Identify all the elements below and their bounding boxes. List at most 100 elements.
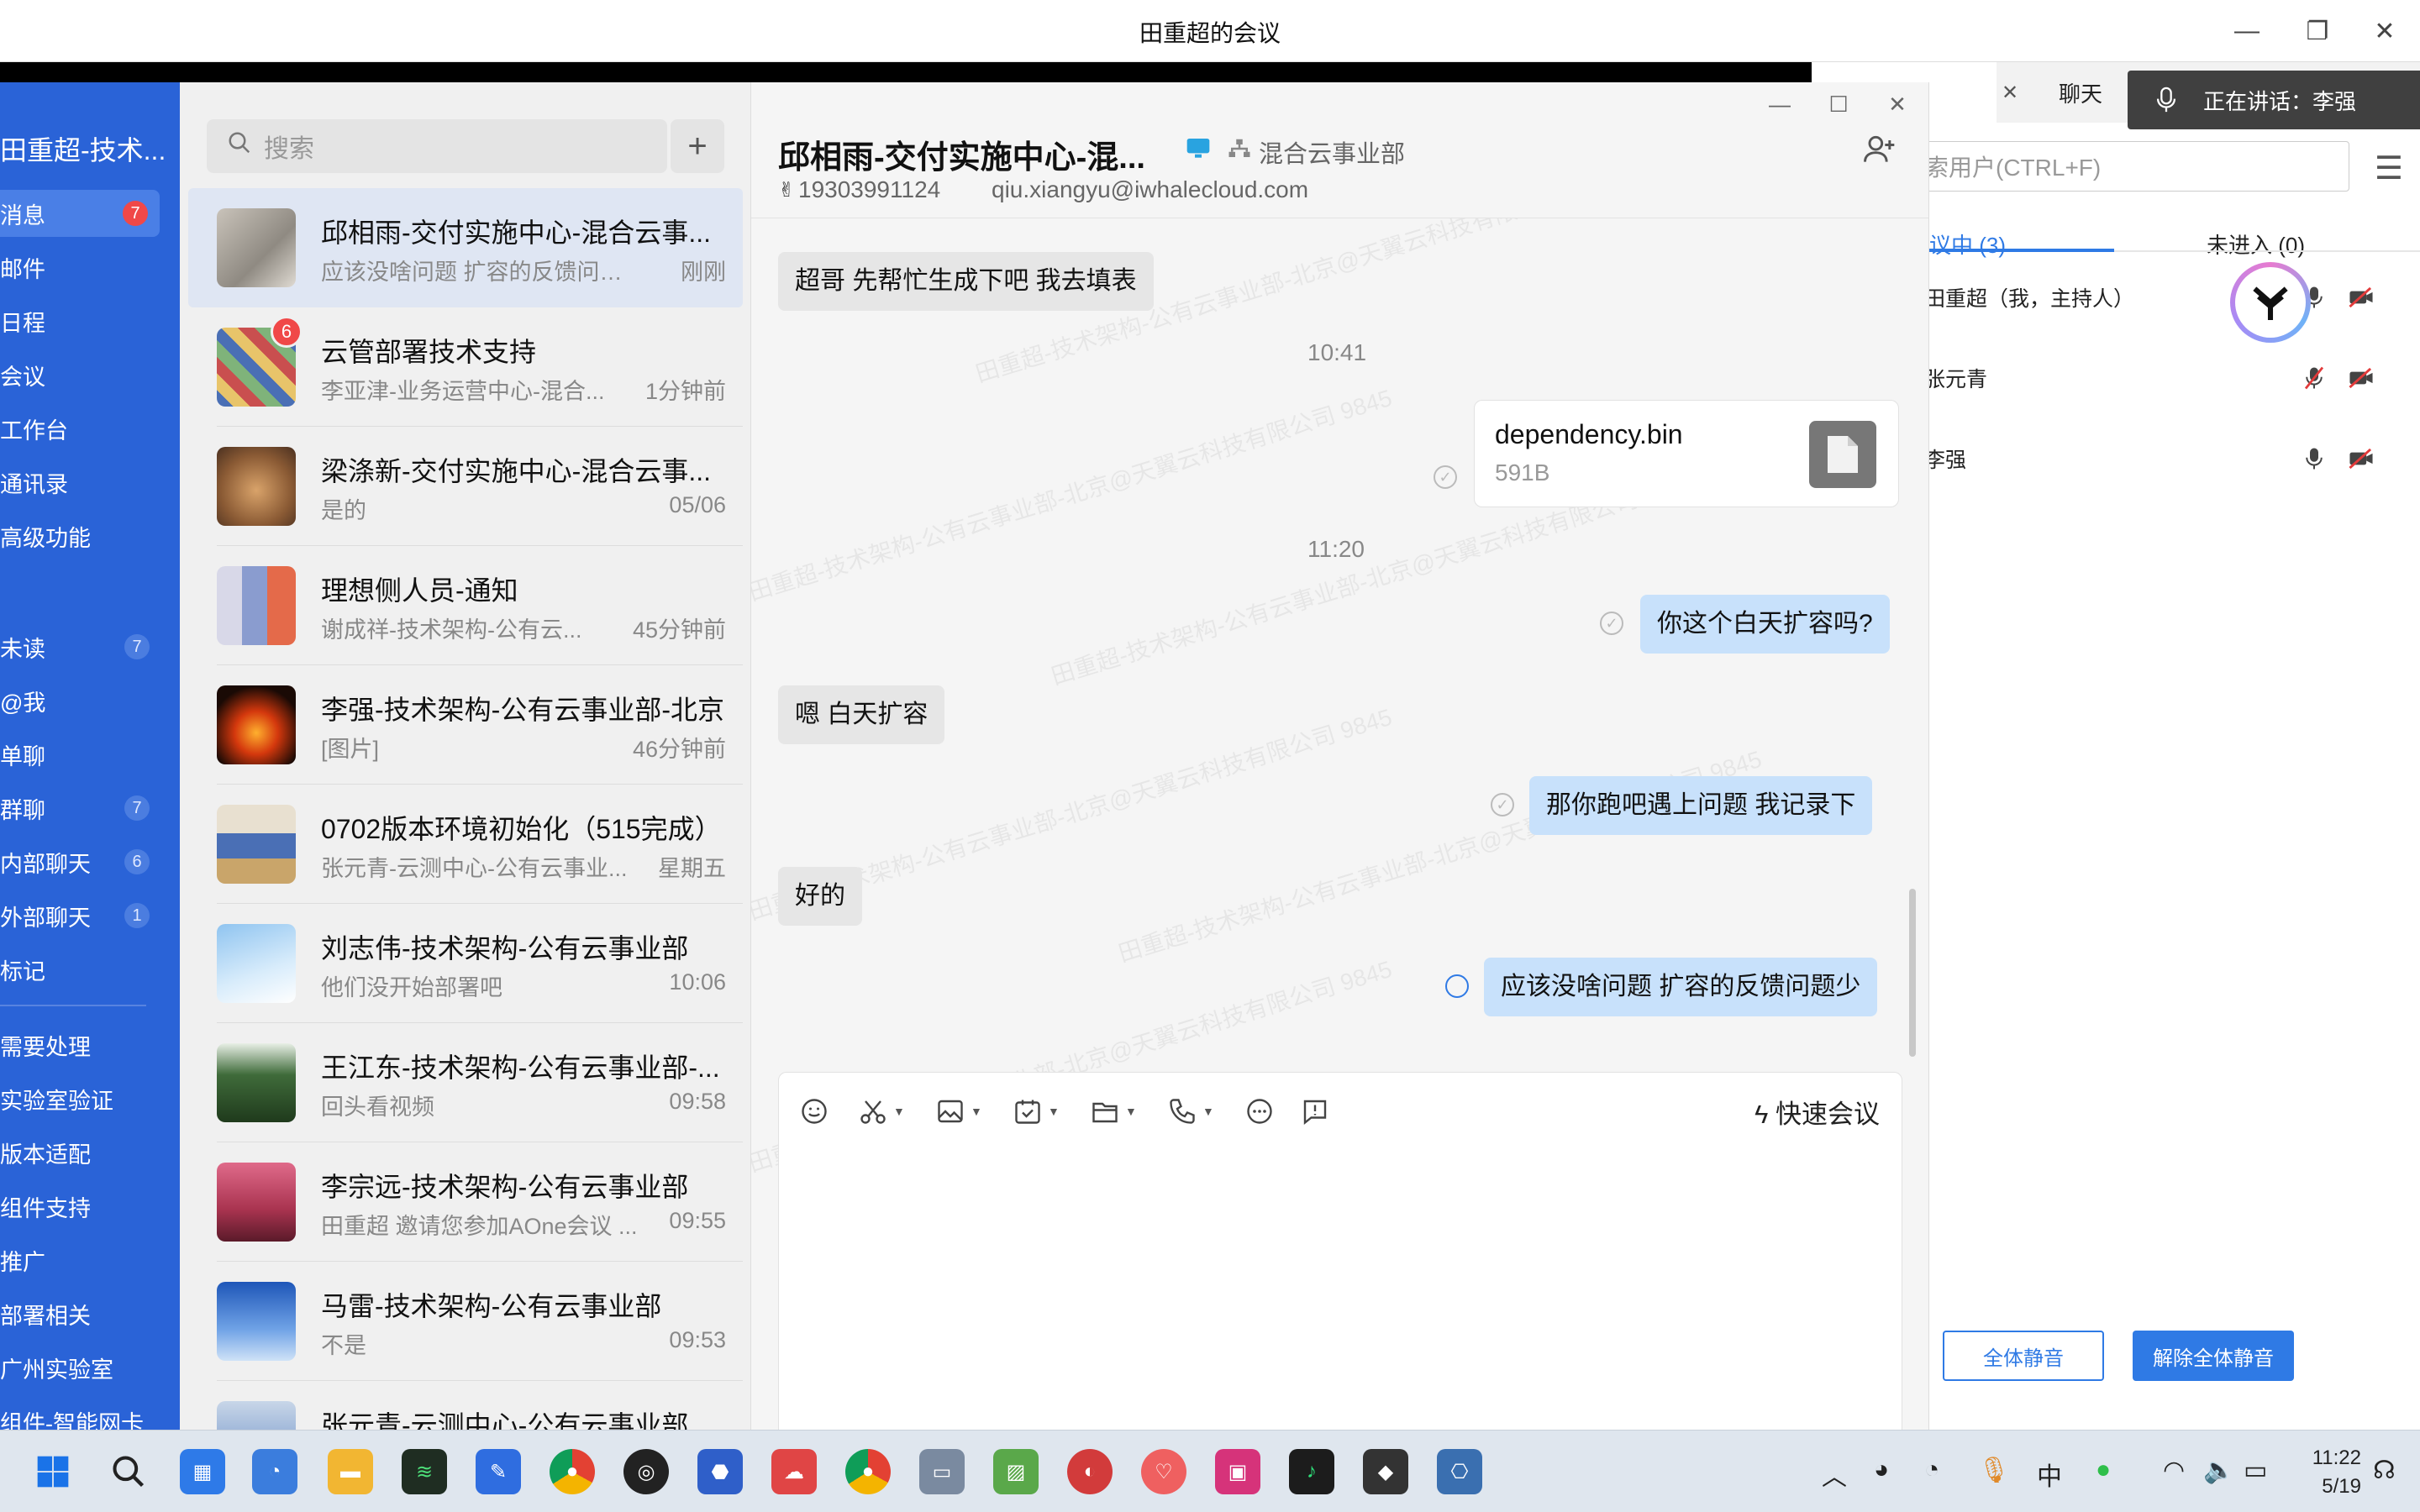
conversation-item[interactable]: 张元青-云测中心-公有云事业部 — [188, 1381, 743, 1430]
message-composer[interactable]: ▼ ▼ ▼ ▼ ▼ ϟ 快速会议 — [778, 1072, 1902, 1430]
chat-tray-icon[interactable]: ◔ — [1924, 1456, 1939, 1484]
task-icon[interactable]: ▼ — [1013, 1095, 1060, 1128]
start-icon[interactable] — [30, 1449, 76, 1494]
chat-contact-name[interactable]: 邱相雨-交付实施中心-混... — [778, 131, 1145, 177]
conversation-item[interactable]: 王江东-技术架构-公有云事业部-... 回头看视频 09:58 — [188, 1023, 743, 1142]
filter-mentions[interactable]: @我 — [0, 677, 180, 724]
filter-group-chat[interactable]: 群聊 7 — [0, 785, 180, 832]
camera-off-icon[interactable] — [2346, 444, 2376, 474]
microphone-tray-icon[interactable]: 🎙 — [1978, 1456, 2010, 1485]
message-bubble[interactable]: 应该没啥问题 扩容的反馈问题少 — [1484, 958, 1878, 1016]
conversation-item[interactable]: 0702版本环境初始化（515完成） 张元青-云测中心-公有云事业... 星期五 — [188, 785, 743, 904]
nav-item-advanced[interactable]: 高级功能 — [0, 512, 180, 559]
balloon-app-icon[interactable]: ♡ — [1141, 1449, 1186, 1494]
wechat-tray-icon[interactable]: ● — [2096, 1456, 2111, 1484]
message-bubble[interactable]: 你这个白天扩容吗? — [1640, 595, 1890, 654]
chevron-up-icon[interactable]: ︿ — [1822, 1456, 1847, 1493]
file-explorer-icon[interactable]: ▬ — [328, 1449, 373, 1494]
nav-item-messages[interactable]: 消息 7 — [0, 190, 160, 237]
participant-row[interactable]: 李强 — [1929, 418, 2420, 499]
notification-icon[interactable]: ☊ — [2373, 1456, 2396, 1485]
conversation-item[interactable]: 理想侧人员-通知 谢成祥-技术架构-公有云... 45分钟前 — [188, 546, 743, 665]
obs-icon[interactable]: ◎ — [623, 1449, 669, 1494]
participant-row[interactable]: 张元青 — [1929, 338, 2420, 418]
close-tab-icon[interactable]: ✕ — [1991, 62, 2028, 123]
phone-icon[interactable]: ▼ — [1167, 1095, 1214, 1128]
filter-internal-chat[interactable]: 内部聊天 6 — [0, 838, 180, 885]
filter-marked[interactable]: 标记 — [0, 946, 180, 993]
conversation-item[interactable]: 6 云管部署技术支持 李亚津-业务运营中心-混合... 1分钟前 — [188, 307, 743, 427]
message-bubble[interactable]: 嗯 白天扩容 — [778, 685, 945, 744]
wifi-icon[interactable]: ◠ — [2163, 1456, 2185, 1485]
file-attachment-card[interactable]: dependency.bin 591B — [1474, 400, 1899, 507]
nav-item-calendar[interactable]: 日程 — [0, 297, 180, 344]
microphone-icon[interactable] — [2299, 444, 2329, 474]
participant-row[interactable]: 田重超（我，主持人） — [1929, 257, 2420, 338]
conversation-item[interactable]: 李强-技术架构-公有云事业部-北京 [图片] 46分钟前 — [188, 665, 743, 785]
cloud-app-icon[interactable]: ☁ — [771, 1449, 817, 1494]
chat-app-icon[interactable]: ◔ — [252, 1449, 297, 1494]
message-bubble[interactable]: 超哥 先帮忙生成下吧 我去填表 — [778, 252, 1154, 311]
chat-minimize-button[interactable]: — — [1756, 86, 1803, 123]
screenshot-icon[interactable]: ▼ — [858, 1095, 905, 1128]
conversation-item[interactable]: 李宗远-技术架构-公有云事业部 田重超 邀请您参加AOne会议 ... 09:5… — [188, 1142, 743, 1262]
chat-close-button[interactable]: ✕ — [1874, 86, 1921, 123]
terminal-app-icon[interactable]: ≋ — [402, 1449, 447, 1494]
menu-icon[interactable]: ☰ — [2375, 150, 2403, 187]
conversation-item[interactable]: 刘志伟-技术架构-公有云事业部 他们没开始部署吧 10:06 — [188, 904, 743, 1023]
music-app-icon[interactable]: ♪ — [1289, 1449, 1334, 1494]
filter-single-chat[interactable]: 单聊 — [0, 731, 180, 778]
chrome-alt-icon[interactable]: ● — [845, 1449, 891, 1494]
vpn-icon[interactable]: ⬣ — [697, 1449, 743, 1494]
nav-item-workbench[interactable]: 工作台 — [0, 405, 180, 452]
quick-meeting-button[interactable]: ϟ 快速会议 — [1754, 1093, 1880, 1131]
package-app-icon[interactable]: ◆ — [1363, 1449, 1408, 1494]
tab-participants[interactable] — [1929, 62, 1996, 123]
task-view-icon[interactable]: ▦ — [180, 1449, 225, 1494]
nav-item-contacts[interactable]: 通讯录 — [0, 459, 180, 506]
reminder-icon[interactable] — [1300, 1095, 1330, 1128]
message-bubble[interactable]: 那你跑吧遇上问题 我记录下 — [1529, 776, 1873, 835]
folder-icon[interactable]: ▼ — [1090, 1095, 1137, 1128]
image-viewer-icon[interactable]: ▨ — [993, 1449, 1039, 1494]
participant-search-input[interactable]: 索用户(CTRL+F) — [1929, 141, 2349, 192]
ime-indicator[interactable]: 中 — [2037, 1456, 2062, 1493]
conversation-item[interactable]: 马雷-技术架构-公有云事业部 不是 09:53 — [188, 1262, 743, 1381]
filter-unread[interactable]: 未读 7 — [0, 623, 180, 670]
group-promotion[interactable]: 推广 — [0, 1236, 180, 1284]
account-name[interactable]: 田重超-技术... — [0, 129, 166, 168]
camera-off-icon[interactable] — [2346, 363, 2376, 393]
more-icon[interactable] — [1244, 1095, 1275, 1128]
python-icon[interactable]: ⎔ — [1437, 1449, 1482, 1494]
chrome-icon[interactable]: ● — [550, 1449, 595, 1494]
group-component-support[interactable]: 组件支持 — [0, 1183, 180, 1230]
add-member-icon[interactable] — [1860, 131, 1897, 172]
nav-item-meetings[interactable]: 会议 — [0, 351, 180, 398]
tab-chat[interactable]: 聊天 — [2030, 62, 2131, 123]
note-app-icon[interactable]: ✎ — [476, 1449, 521, 1494]
mute-all-button[interactable]: 全体静音 — [1943, 1331, 2104, 1381]
volume-icon[interactable]: 🔈 — [2203, 1456, 2234, 1485]
message-bubble[interactable]: 好的 — [778, 867, 862, 926]
system-clock[interactable]: 11:22 5/19 — [2312, 1444, 2361, 1501]
group-lab-verify[interactable]: 实验室验证 — [0, 1075, 180, 1122]
restore-button[interactable]: ❐ — [2292, 12, 2343, 50]
close-button[interactable]: ✕ — [2360, 12, 2410, 50]
add-button[interactable]: + — [671, 119, 724, 173]
unmute-all-button[interactable]: 解除全体静音 — [2133, 1331, 2294, 1381]
group-guangzhou-lab[interactable]: 广州实验室 — [0, 1344, 180, 1391]
filter-external-chat[interactable]: 外部聊天 1 — [0, 892, 180, 939]
image-icon[interactable]: ▼ — [935, 1095, 982, 1128]
chat-scrollbar[interactable] — [1909, 889, 1916, 1057]
group-version-adapt[interactable]: 版本适配 — [0, 1129, 180, 1176]
color-app-tray-icon[interactable]: ◕ — [1874, 1456, 1889, 1484]
microphone-muted-icon[interactable] — [2299, 363, 2329, 393]
conversation-item[interactable]: 邱相雨-交付实施中心-混合云事... 应该没啥问题 扩容的反馈问题少 刚刚 — [188, 188, 743, 307]
group-deployment[interactable]: 部署相关 — [0, 1290, 180, 1337]
camera-off-icon[interactable] — [2346, 282, 2376, 312]
record-icon[interactable]: ◐ — [1067, 1449, 1113, 1494]
minimize-button[interactable]: — — [2222, 12, 2272, 50]
search-icon[interactable] — [106, 1449, 151, 1494]
conversation-item[interactable]: 梁涤新-交付实施中心-混合云事... 是的 05/06 — [188, 427, 743, 546]
ide-icon[interactable]: ▣ — [1215, 1449, 1260, 1494]
